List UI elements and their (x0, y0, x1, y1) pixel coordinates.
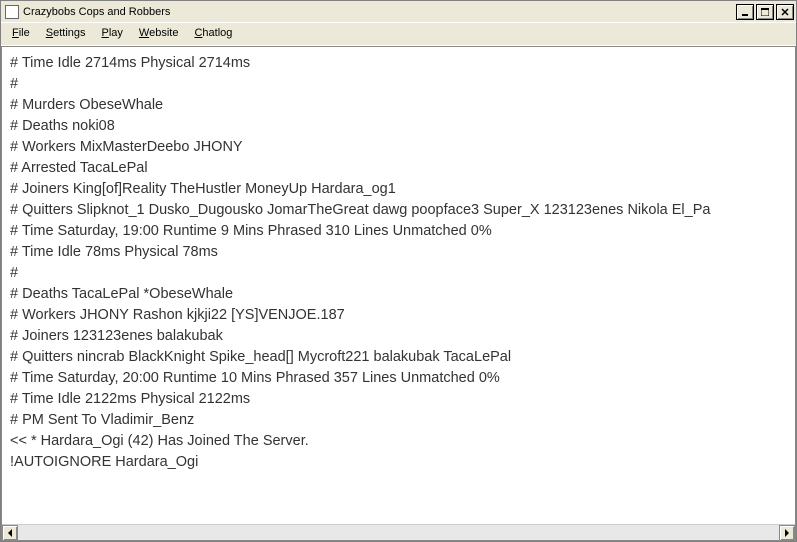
horizontal-scrollbar[interactable] (2, 524, 795, 540)
app-window: Crazybobs Cops and Robbers File Settings… (0, 0, 797, 542)
menu-chatlog[interactable]: Chatlog (187, 25, 239, 41)
maximize-icon (761, 8, 769, 16)
maximize-button[interactable] (756, 4, 774, 20)
log-line: # Time Idle 78ms Physical 78ms (10, 242, 787, 263)
log-line: # Workers MixMasterDeebo JHONY (10, 137, 787, 158)
menu-settings[interactable]: Settings (39, 25, 93, 41)
window-title: Crazybobs Cops and Robbers (23, 6, 170, 18)
app-icon (5, 5, 19, 19)
menu-file[interactable]: File (5, 25, 37, 41)
close-icon (781, 8, 789, 16)
menu-play[interactable]: Play (95, 25, 130, 41)
log-line: # Arrested TacaLePal (10, 158, 787, 179)
log-line: # Deaths TacaLePal *ObeseWhale (10, 284, 787, 305)
log-line: << * Hardara_Ogi (42) Has Joined The Ser… (10, 431, 787, 452)
minimize-icon (741, 8, 749, 16)
window-controls (734, 4, 794, 20)
log-line: # Deaths noki08 (10, 116, 787, 137)
log-line: # PM Sent To Vladimir_Benz (10, 410, 787, 431)
scroll-left-button[interactable] (2, 525, 18, 541)
log-line: # Murders ObeseWhale (10, 95, 787, 116)
log-line: # Time Idle 2714ms Physical 2714ms (10, 53, 787, 74)
log-line: # Time Idle 2122ms Physical 2122ms (10, 389, 787, 410)
log-line: # Quitters nincrab BlackKnight Spike_hea… (10, 347, 787, 368)
log-line: # Workers JHONY Rashon kjkji22 [YS]VENJO… (10, 305, 787, 326)
arrow-right-icon (784, 529, 790, 537)
content-wrapper: # Time Idle 2714ms Physical 2714ms## Mur… (1, 46, 796, 541)
log-line: # Quitters Slipknot_1 Dusko_Dugousko Jom… (10, 200, 787, 221)
arrow-left-icon (7, 529, 13, 537)
titlebar-left: Crazybobs Cops and Robbers (5, 5, 170, 19)
scroll-track[interactable] (18, 525, 779, 540)
log-line: # Time Saturday, 20:00 Runtime 10 Mins P… (10, 368, 787, 389)
log-line: # (10, 74, 787, 95)
minimize-button[interactable] (736, 4, 754, 20)
titlebar: Crazybobs Cops and Robbers (1, 1, 796, 23)
close-button[interactable] (776, 4, 794, 20)
log-line: # Joiners King[of]Reality TheHustler Mon… (10, 179, 787, 200)
menu-website[interactable]: Website (132, 25, 186, 41)
log-line: # Time Saturday, 19:00 Runtime 9 Mins Ph… (10, 221, 787, 242)
log-line: !AUTOIGNORE Hardara_Ogi (10, 452, 787, 473)
log-line: # (10, 263, 787, 284)
menubar: File Settings Play Website Chatlog (1, 23, 796, 46)
log-line: # Joiners 123123enes balakubak (10, 326, 787, 347)
scroll-right-button[interactable] (779, 525, 795, 541)
log-area[interactable]: # Time Idle 2714ms Physical 2714ms## Mur… (2, 47, 795, 524)
